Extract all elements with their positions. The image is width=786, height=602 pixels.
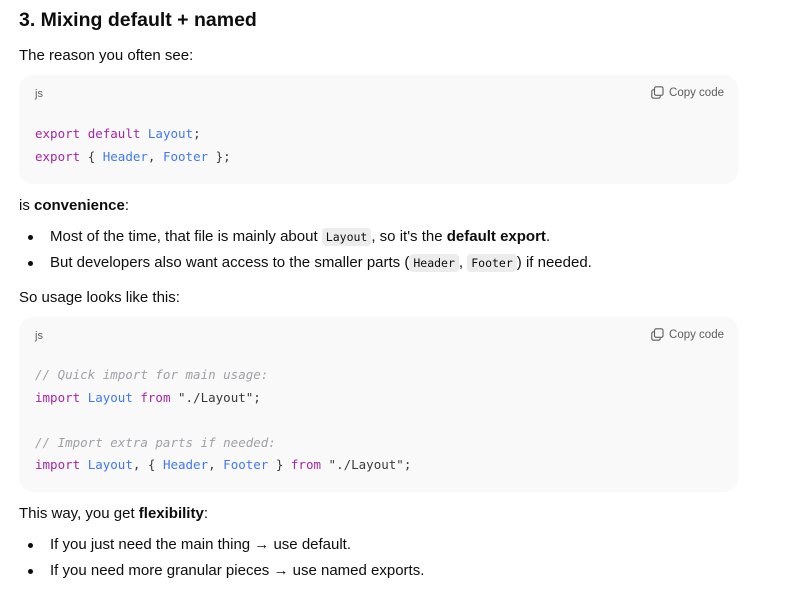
copy-icon (651, 328, 664, 341)
usage-text: So usage looks like this: (19, 289, 180, 306)
copy-code-button[interactable]: Copy code (651, 328, 724, 341)
inline-code: Layout (321, 228, 372, 246)
bullet-list: Most of the time, that file is mainly ab… (0, 227, 592, 279)
copy-code-label: Copy code (669, 328, 724, 341)
code-language-label: js (35, 88, 43, 100)
code-block: js Copy code // Quick import for main us… (19, 317, 738, 492)
code-comment: // Quick import for main usage: (35, 367, 269, 382)
code-block: js Copy code export default Layout; expo… (19, 75, 738, 184)
copy-code-label: Copy code (669, 86, 724, 99)
inline-code: Footer (467, 254, 517, 272)
list-item: If you just need the main thing → use de… (0, 535, 424, 561)
code-language-label: js (35, 330, 43, 342)
code-line: import Layout from "./Layout"; (35, 389, 261, 405)
list-item: Most of the time, that file is mainly ab… (0, 227, 592, 253)
code-line: export { Header, Footer }; (35, 148, 231, 164)
code-comment: // Import extra parts if needed: (35, 434, 276, 450)
copy-icon (651, 86, 664, 99)
code-line: import Layout, { Header, Footer } from "… (35, 457, 412, 472)
code-line: export default Layout; (35, 126, 201, 141)
convenience-text: is convenience: (19, 197, 130, 214)
flexibility-text: This way, you get flexibility: (19, 505, 208, 522)
copy-code-button[interactable]: Copy code (651, 86, 724, 99)
inline-code: Header (409, 254, 459, 272)
section-heading: 3. Mixing default + named (19, 9, 257, 31)
list-item: But developers also want access to the s… (0, 253, 592, 279)
chat-message: 3. Mixing default + named The reason you… (0, 0, 786, 602)
code-content: export default Layout; export { Header, … (35, 123, 231, 168)
intro-text: The reason you often see: (19, 47, 194, 64)
bullet-list: If you just need the main thing → use de… (0, 535, 424, 587)
list-item: If you need more granular pieces → use n… (0, 561, 424, 587)
code-content: // Quick import for main usage: import L… (35, 364, 411, 477)
